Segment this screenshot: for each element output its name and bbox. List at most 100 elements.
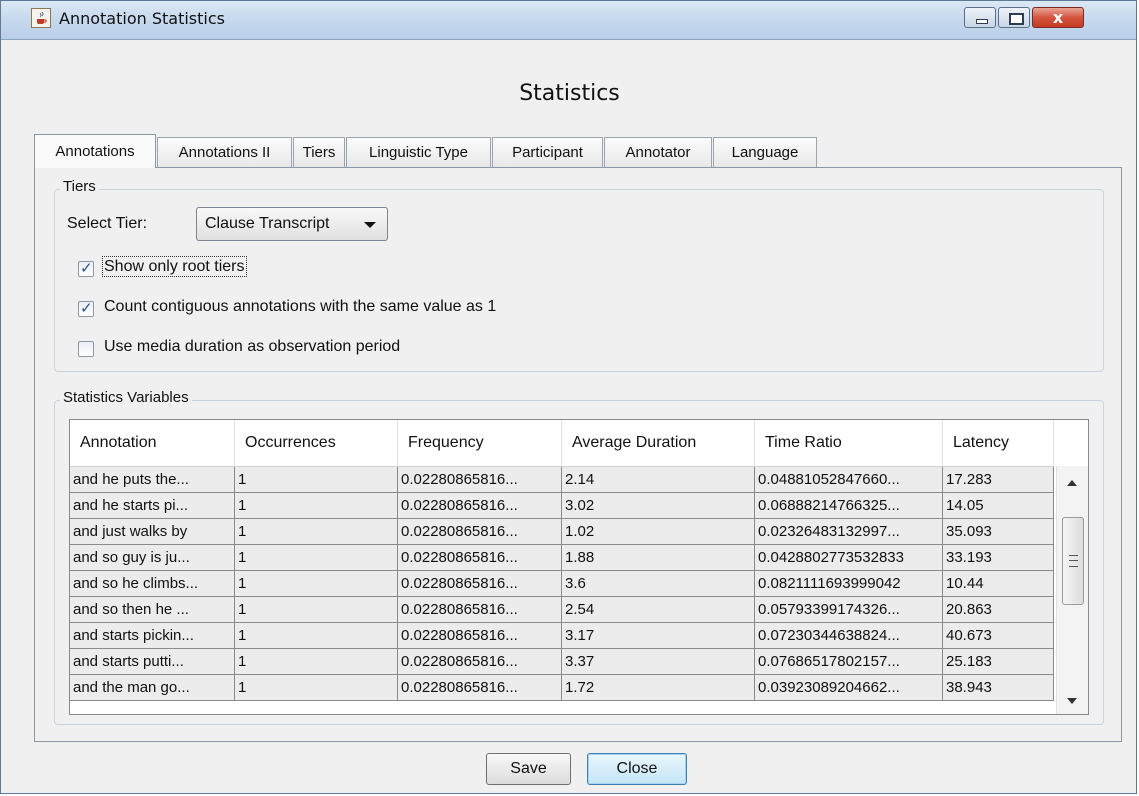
cell-average-duration: 2.54 <box>562 597 755 623</box>
cell-latency: 40.673 <box>943 623 1054 649</box>
cell-time-ratio: 0.05793399174326... <box>755 597 943 623</box>
close-icon: x <box>1052 8 1064 27</box>
tiers-group-title: Tiers <box>60 178 99 195</box>
tab-tiers[interactable]: Tiers <box>293 137 345 167</box>
cell-time-ratio: 0.0428802773532833 <box>755 545 943 571</box>
cell-frequency: 0.02280865816... <box>398 649 562 675</box>
cell-average-duration: 3.02 <box>562 493 755 519</box>
minimize-button[interactable] <box>964 7 996 28</box>
annotation-statistics-window: Annotation Statistics x Statistics Annot… <box>0 0 1137 794</box>
table-row[interactable]: and he starts pi... 1 0.02280865816... 3… <box>70 493 1054 519</box>
media-duration-label[interactable]: Use media duration as observation period <box>104 338 400 356</box>
cell-latency: 10.44 <box>943 571 1054 597</box>
cell-time-ratio: 0.02326483132997... <box>755 519 943 545</box>
cell-time-ratio: 0.07230344638824... <box>755 623 943 649</box>
cell-frequency: 0.02280865816... <box>398 545 562 571</box>
table-row[interactable]: and so guy is ju... 1 0.02280865816... 1… <box>70 545 1054 571</box>
tab-language[interactable]: Language <box>713 137 817 167</box>
cell-average-duration: 1.02 <box>562 519 755 545</box>
cell-occurrences: 1 <box>235 571 398 597</box>
minimize-icon <box>976 19 988 24</box>
column-header-average-duration[interactable]: Average Duration <box>562 420 755 466</box>
cell-frequency: 0.02280865816... <box>398 597 562 623</box>
table-row[interactable]: and just walks by 1 0.02280865816... 1.0… <box>70 519 1054 545</box>
maximize-icon <box>1009 13 1024 25</box>
tab-annotations-ii[interactable]: Annotations II <box>157 137 292 167</box>
tier-select-value: Clause Transcript <box>205 215 330 232</box>
cell-latency: 25.183 <box>943 649 1054 675</box>
cell-frequency: 0.02280865816... <box>398 571 562 597</box>
cell-frequency: 0.02280865816... <box>398 519 562 545</box>
cell-time-ratio: 0.03923089204662... <box>755 675 943 701</box>
tier-select[interactable]: Clause Transcript <box>196 207 388 241</box>
media-duration-checkbox[interactable] <box>78 341 94 357</box>
cell-latency: 14.05 <box>943 493 1054 519</box>
tab-annotations[interactable]: Annotations <box>34 134 156 168</box>
cell-time-ratio: 0.06888214766325... <box>755 493 943 519</box>
cell-occurrences: 1 <box>235 649 398 675</box>
count-contiguous-label[interactable]: Count contiguous annotations with the sa… <box>104 298 496 316</box>
count-contiguous-checkbox[interactable] <box>78 299 94 317</box>
cell-occurrences: 1 <box>235 623 398 649</box>
tab-annotator[interactable]: Annotator <box>604 137 712 167</box>
tab-participant[interactable]: Participant <box>492 137 603 167</box>
cell-annotation: and starts putti... <box>70 649 235 675</box>
statistics-variables-title: Statistics Variables <box>60 389 192 406</box>
table-row[interactable]: and the man go... 1 0.02280865816... 1.7… <box>70 675 1054 701</box>
cell-frequency: 0.02280865816... <box>398 493 562 519</box>
scrollbar-thumb[interactable] <box>1062 517 1084 605</box>
cell-occurrences: 1 <box>235 597 398 623</box>
show-root-tiers-checkbox[interactable] <box>78 259 94 277</box>
close-button[interactable]: Close <box>587 753 687 785</box>
table-vertical-scrollbar[interactable] <box>1056 466 1088 714</box>
cell-annotation: and so guy is ju... <box>70 545 235 571</box>
show-root-tiers-label[interactable]: Show only root tiers <box>102 256 247 277</box>
cell-latency: 35.093 <box>943 519 1054 545</box>
column-header-frequency[interactable]: Frequency <box>398 420 562 466</box>
table-header: Annotation Occurrences Frequency Average… <box>70 420 1054 467</box>
close-window-button[interactable]: x <box>1032 7 1084 28</box>
cell-frequency: 0.02280865816... <box>398 467 562 493</box>
cell-frequency: 0.02280865816... <box>398 675 562 701</box>
table-row[interactable]: and starts putti... 1 0.02280865816... 3… <box>70 649 1054 675</box>
cell-occurrences: 1 <box>235 545 398 571</box>
cell-latency: 17.283 <box>943 467 1054 493</box>
cell-latency: 33.193 <box>943 545 1054 571</box>
column-header-occurrences[interactable]: Occurrences <box>235 420 398 466</box>
tab-linguistic-type[interactable]: Linguistic Type <box>346 137 491 167</box>
column-header-annotation[interactable]: Annotation <box>70 420 235 466</box>
table-row[interactable]: and so then he ... 1 0.02280865816... 2.… <box>70 597 1054 623</box>
page-title: Statistics <box>519 81 620 106</box>
cell-average-duration: 3.6 <box>562 571 755 597</box>
save-button[interactable]: Save <box>486 753 571 785</box>
java-cup-icon <box>31 8 51 28</box>
table-row[interactable]: and starts pickin... 1 0.02280865816... … <box>70 623 1054 649</box>
table-row[interactable]: and he puts the... 1 0.02280865816... 2.… <box>70 467 1054 493</box>
show-root-tiers-text: Show only root tiers <box>102 256 247 277</box>
cell-average-duration: 3.37 <box>562 649 755 675</box>
cell-occurrences: 1 <box>235 519 398 545</box>
cell-annotation: and starts pickin... <box>70 623 235 649</box>
cell-average-duration: 3.17 <box>562 623 755 649</box>
window-title: Annotation Statistics <box>59 9 225 28</box>
cell-annotation: and so then he ... <box>70 597 235 623</box>
title-bar[interactable]: Annotation Statistics x <box>1 1 1136 40</box>
column-header-latency[interactable]: Latency <box>943 420 1054 466</box>
table-row[interactable]: and so he climbs... 1 0.02280865816... 3… <box>70 571 1054 597</box>
maximize-button[interactable] <box>998 7 1030 28</box>
cell-latency: 20.863 <box>943 597 1054 623</box>
cell-annotation: and just walks by <box>70 519 235 545</box>
cell-annotation: and he puts the... <box>70 467 235 493</box>
cell-latency: 38.943 <box>943 675 1054 701</box>
statistics-table: Annotation Occurrences Frequency Average… <box>69 419 1089 715</box>
cell-average-duration: 1.88 <box>562 545 755 571</box>
grip-icon <box>1069 555 1078 567</box>
cell-frequency: 0.02280865816... <box>398 623 562 649</box>
cell-average-duration: 2.14 <box>562 467 755 493</box>
cell-occurrences: 1 <box>235 493 398 519</box>
cell-occurrences: 1 <box>235 675 398 701</box>
column-header-time-ratio[interactable]: Time Ratio <box>755 420 943 466</box>
chevron-down-icon[interactable] <box>1067 698 1077 704</box>
cell-time-ratio: 0.07686517802157... <box>755 649 943 675</box>
chevron-up-icon[interactable] <box>1067 480 1077 486</box>
